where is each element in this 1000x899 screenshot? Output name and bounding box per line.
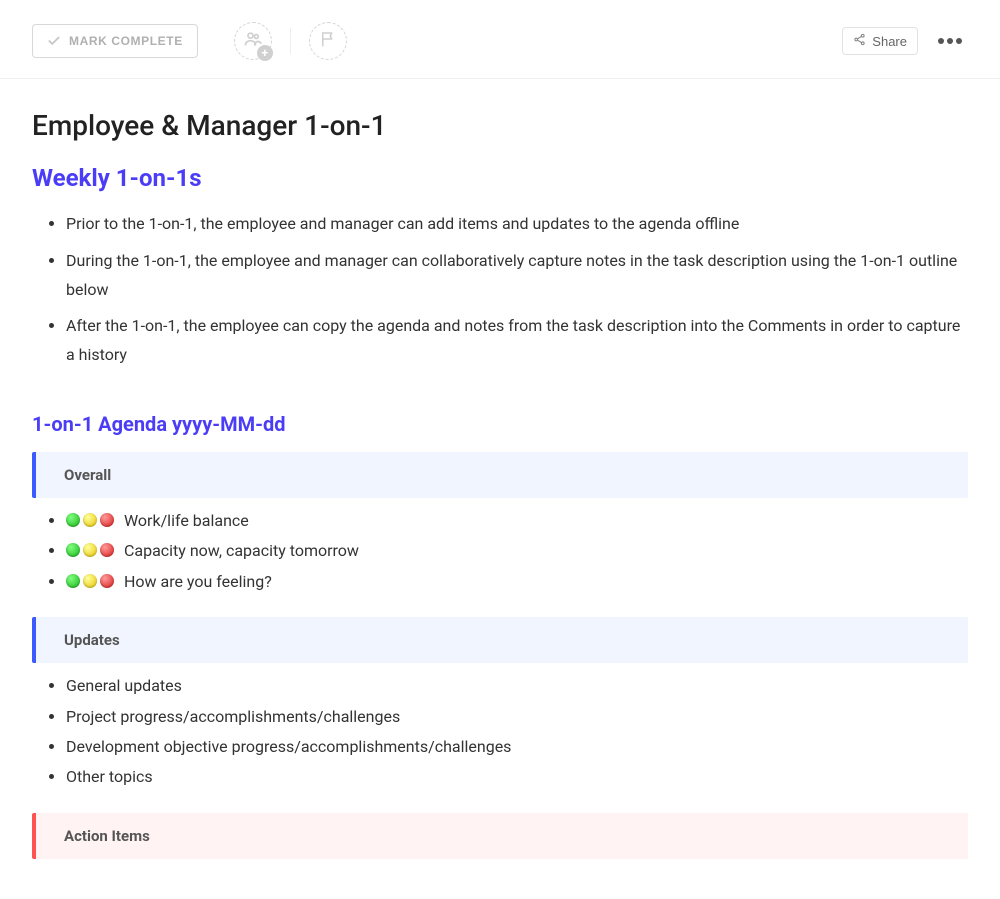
list-item[interactable]: Other topics [66, 762, 968, 792]
more-menu-button[interactable] [932, 32, 968, 50]
list-item-text: Work/life balance [124, 511, 249, 530]
action-items-block-header[interactable]: Action Items [32, 813, 968, 859]
list-item[interactable]: Prior to the 1-on-1, the employee and ma… [66, 208, 968, 245]
plus-icon: + [257, 45, 273, 61]
dot-icon [956, 38, 962, 44]
list-item[interactable]: Capacity now, capacity tomorrow [66, 536, 968, 566]
mark-complete-label: MARK COMPLETE [69, 34, 183, 48]
assignees-add-button[interactable]: + [234, 22, 272, 60]
updates-list: General updates Project progress/accompl… [32, 671, 968, 793]
dot-icon [947, 38, 953, 44]
toolbar: MARK COMPLETE + Share [0, 0, 1000, 79]
check-icon [47, 34, 61, 48]
mark-complete-button[interactable]: MARK COMPLETE [32, 24, 198, 58]
list-item[interactable]: General updates [66, 671, 968, 701]
rag-icon [66, 574, 114, 588]
list-item-text: Capacity now, capacity tomorrow [124, 541, 359, 560]
rag-icon [66, 513, 114, 527]
list-item[interactable]: Work/life balance [66, 506, 968, 536]
action-items-heading: Action Items [64, 827, 150, 845]
updates-heading: Updates [64, 631, 120, 649]
overall-list: Work/life balance Capacity now, capacity… [32, 506, 968, 597]
toolbar-separator [290, 28, 291, 54]
list-item[interactable]: Development objective progress/accomplis… [66, 732, 968, 762]
agenda-heading-link[interactable]: 1-on-1 Agenda yyyy-MM-dd [32, 412, 968, 436]
weekly-list: Prior to the 1-on-1, the employee and ma… [32, 208, 968, 376]
overall-heading: Overall [64, 466, 111, 484]
share-label: Share [872, 34, 907, 49]
weekly-heading-link[interactable]: Weekly 1-on-1s [32, 164, 968, 192]
share-icon [853, 33, 866, 49]
list-item[interactable]: How are you feeling? [66, 567, 968, 597]
document-body: Employee & Manager 1-on-1 Weekly 1-on-1s… [0, 79, 1000, 899]
list-item-text: How are you feeling? [124, 572, 272, 591]
dot-icon [938, 38, 944, 44]
overall-block-header[interactable]: Overall [32, 452, 968, 498]
updates-block-header[interactable]: Updates [32, 617, 968, 663]
list-item[interactable]: After the 1-on-1, the employee can copy … [66, 310, 968, 376]
rag-icon [66, 543, 114, 557]
share-button[interactable]: Share [842, 27, 918, 55]
page-title[interactable]: Employee & Manager 1-on-1 [32, 109, 968, 142]
flag-icon [319, 30, 337, 52]
priority-flag-button[interactable] [309, 22, 347, 60]
list-item[interactable]: During the 1-on-1, the employee and mana… [66, 245, 968, 311]
list-item[interactable]: Project progress/accomplishments/challen… [66, 702, 968, 732]
